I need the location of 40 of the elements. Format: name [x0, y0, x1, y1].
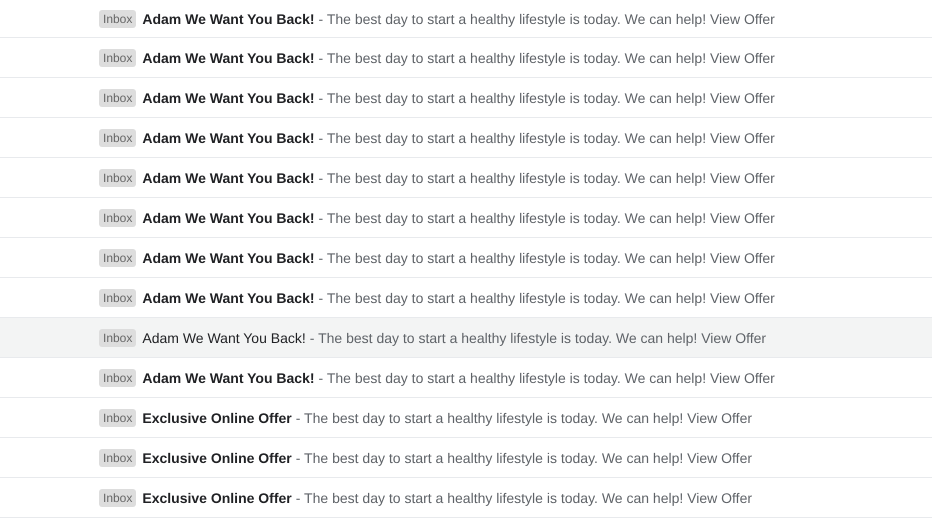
email-snippet: - The best day to start a healthy lifestyle is today. We can help! View Offer — [318, 90, 775, 106]
email-snippet: - The best day to start a healthy lifestyle is today. We can help! View Offer — [318, 210, 775, 226]
inbox-label-badge: Inbox — [99, 88, 136, 106]
email-subject: Exclusive Online Offer — [142, 490, 292, 506]
inbox-label-badge: Inbox — [99, 368, 136, 386]
email-snippet: - The best day to start a healthy lifestyle is today. We can help! View Offer — [296, 450, 752, 466]
email-snippet: - The best day to start a healthy lifestyle is today. We can help! View Offer — [318, 170, 775, 186]
email-subject: Adam We Want You Back! — [142, 90, 315, 106]
inbox-label-badge: Inbox — [99, 288, 136, 306]
inbox-label-badge: Inbox — [99, 448, 136, 466]
inbox-label-badge: Inbox — [99, 248, 136, 266]
email-subject: Exclusive Online Offer — [142, 410, 292, 426]
email-snippet: - The best day to start a healthy lifestyle is today. We can help! View Offer — [318, 130, 775, 146]
email-snippet: - The best day to start a healthy lifestyle is today. We can help! View Offer — [318, 50, 775, 66]
email-row[interactable]: Inbox Adam We Want You Back! - The best day to start a healthy lifestyle is today. We can help! View Offer — [0, 318, 932, 358]
email-snippet: - The best day to start a healthy lifestyle is today. We can help! View Offer — [318, 370, 775, 386]
email-subject: Adam We Want You Back! — [142, 370, 315, 386]
email-subject: Adam We Want You Back! — [142, 10, 315, 26]
email-subject: Adam We Want You Back! — [142, 250, 315, 266]
inbox-label-badge: Inbox — [99, 488, 136, 506]
email-subject: Exclusive Online Offer — [142, 450, 292, 466]
inbox-label-badge: Inbox — [99, 208, 136, 226]
email-snippet: - The best day to start a healthy lifestyle is today. We can help! View Offer — [318, 290, 775, 306]
inbox-label-badge: Inbox — [99, 328, 136, 346]
inbox-label-badge: Inbox — [99, 48, 136, 66]
email-snippet: - The best day to start a healthy lifestyle is today. We can help! View Offer — [296, 490, 752, 506]
email-subject: Adam We Want You Back! — [142, 330, 306, 346]
inbox-label-badge: Inbox — [99, 10, 136, 28]
email-subject: Adam We Want You Back! — [142, 290, 315, 306]
email-subject: Adam We Want You Back! — [142, 130, 315, 146]
email-snippet: - The best day to start a healthy lifestyle is today. We can help! View Offer — [318, 250, 775, 266]
email-subject: Adam We Want You Back! — [142, 170, 315, 186]
email-subject: Adam We Want You Back! — [142, 50, 315, 66]
email-snippet: - The best day to start a healthy lifestyle is today. We can help! View Offer — [318, 10, 775, 26]
inbox-label-badge: Inbox — [99, 168, 136, 186]
inbox-label-badge: Inbox — [99, 128, 136, 146]
email-subject: Adam We Want You Back! — [142, 210, 315, 226]
email-snippet: - The best day to start a healthy lifestyle is today. We can help! View Offer — [296, 410, 752, 426]
email-snippet: - The best day to start a healthy lifestyle is today. We can help! View Offer — [310, 330, 766, 346]
inbox-label-badge: Inbox — [99, 408, 136, 426]
